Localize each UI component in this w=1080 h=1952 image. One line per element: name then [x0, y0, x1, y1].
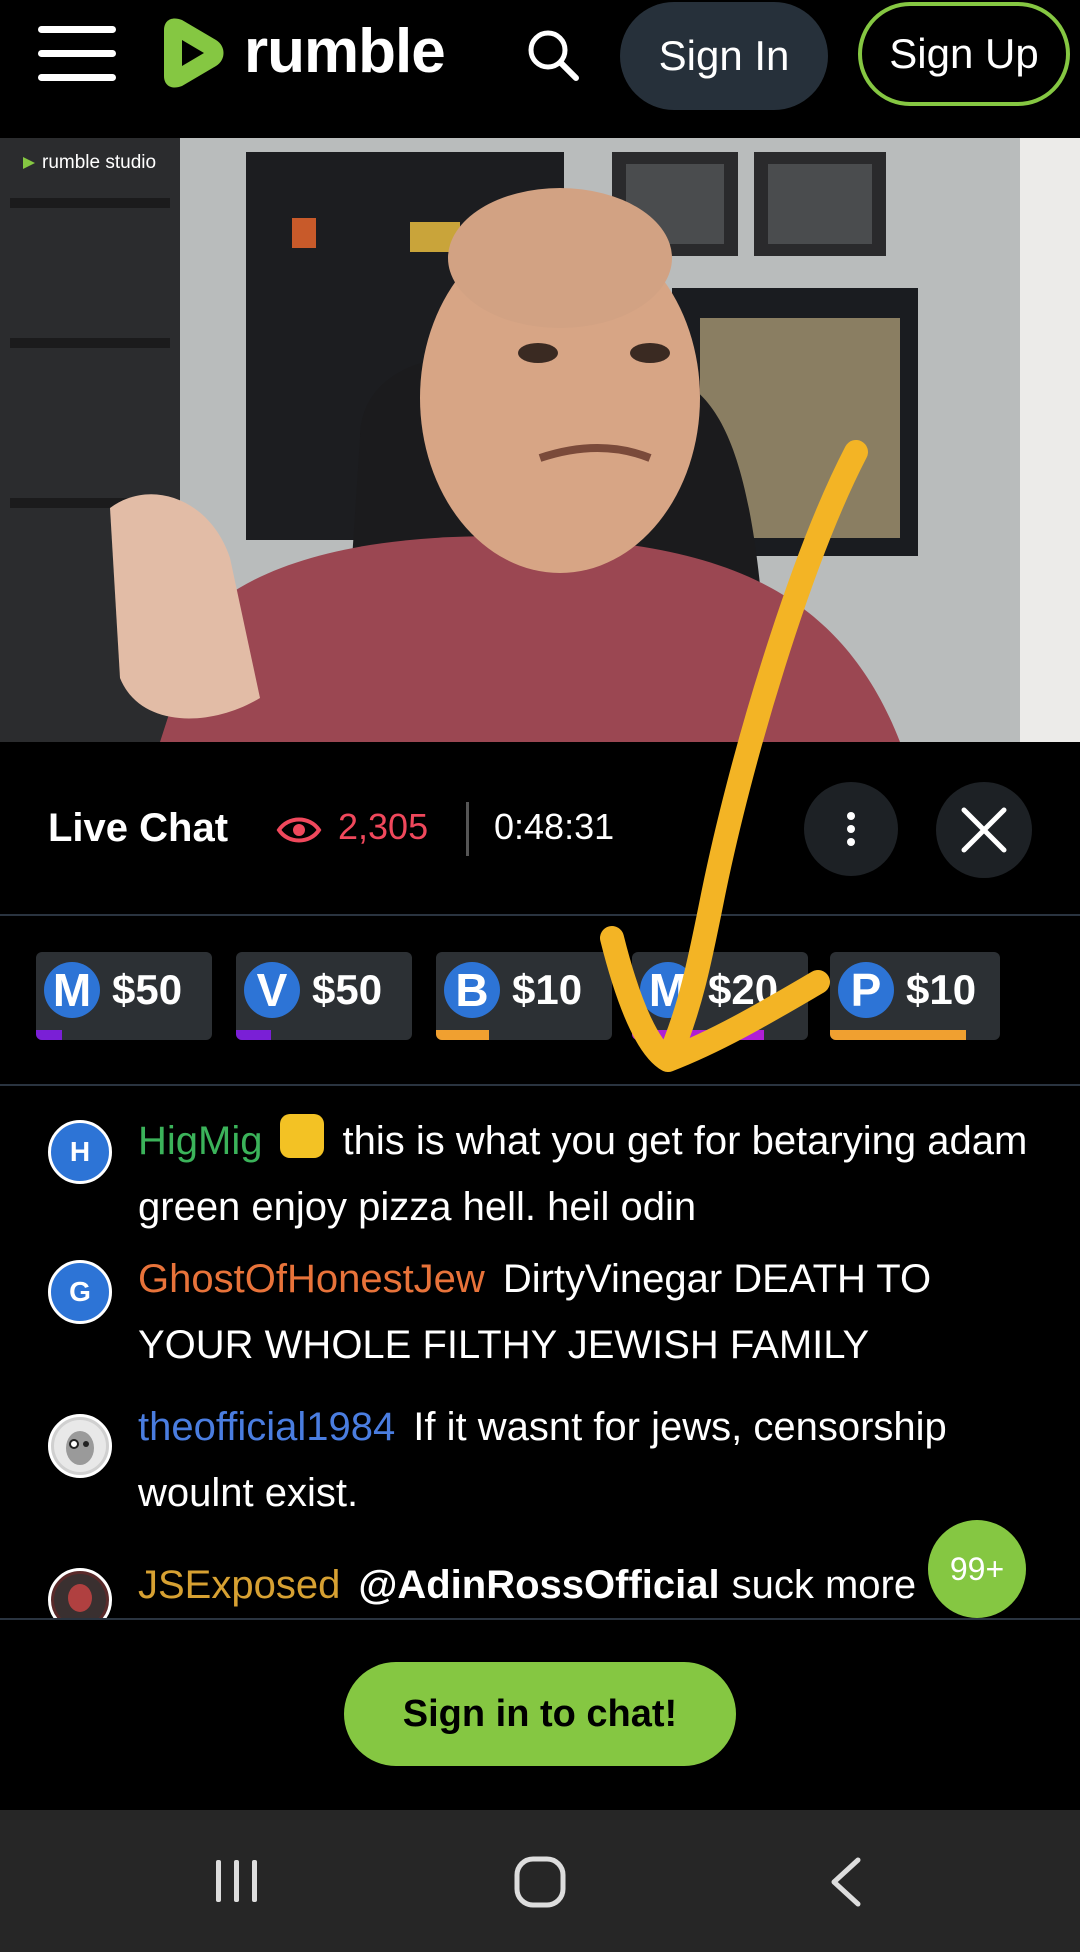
- badge-emote-icon: [280, 1114, 325, 1158]
- rant-amount: $20: [708, 966, 779, 1013]
- chat-message-text: this is what you get for betarying adam …: [138, 1119, 1028, 1229]
- chat-username[interactable]: HigMig: [138, 1119, 262, 1163]
- rant-amount: $10: [512, 966, 583, 1013]
- rant-item[interactable]: M $50: [36, 952, 212, 1040]
- rant-progress-bar: [436, 1030, 489, 1040]
- chat-message-body: theofficial1984 If it wasnt for jews, cen…: [138, 1394, 1038, 1526]
- avatar-face-icon: [54, 1420, 106, 1472]
- rumble-studio-label: rumble studio: [42, 152, 157, 173]
- user-avatar[interactable]: G: [48, 1260, 112, 1324]
- search-icon[interactable]: [524, 26, 584, 86]
- user-avatar-image[interactable]: [48, 1568, 112, 1618]
- more-options-button[interactable]: [804, 782, 898, 876]
- vertical-dots-icon: [847, 812, 855, 846]
- chat-username[interactable]: theofficial1984: [138, 1405, 395, 1449]
- close-chat-button[interactable]: [936, 782, 1032, 878]
- rumble-logo-icon[interactable]: [154, 16, 228, 90]
- home-icon[interactable]: [512, 1854, 568, 1910]
- rumble-studio-badge: rumble studio: [20, 152, 156, 174]
- video-player[interactable]: [0, 138, 1080, 742]
- rants-bar: M $50 V $50 B $10 M $20 P $10: [0, 916, 1080, 1086]
- recent-apps-icon[interactable]: [212, 1856, 262, 1906]
- rant-item[interactable]: P $10: [830, 952, 1000, 1040]
- rant-item[interactable]: B $10: [436, 952, 612, 1040]
- rant-amount: $10: [906, 966, 977, 1013]
- close-icon: [961, 807, 1007, 853]
- rant-avatar: B: [444, 962, 500, 1018]
- sign-in-button[interactable]: Sign In: [620, 2, 828, 110]
- rant-amount: $50: [112, 966, 183, 1013]
- live-chat-title: Live Chat: [48, 806, 229, 850]
- rant-item[interactable]: M $20: [632, 952, 808, 1040]
- rumble-studio-logo-icon: [23, 157, 35, 169]
- rant-avatar: P: [838, 962, 894, 1018]
- rant-item[interactable]: V $50: [236, 952, 412, 1040]
- chat-message-list[interactable]: H HigMig this is what you get for betaryi…: [0, 1086, 1080, 1618]
- stream-elapsed-time: 0:48:31: [494, 806, 615, 847]
- back-icon[interactable]: [826, 1856, 866, 1908]
- user-avatar-image[interactable]: [48, 1414, 112, 1478]
- chat-message-text: suck more: [731, 1563, 917, 1607]
- eye-icon: [276, 812, 322, 848]
- rant-progress-bar: [36, 1030, 63, 1040]
- rant-amount: $50: [312, 966, 383, 1013]
- rant-avatar: M: [44, 962, 100, 1018]
- chat-message-body: HigMig this is what you get for betarying…: [138, 1108, 1038, 1240]
- avatar-photo-icon: [54, 1574, 106, 1618]
- chat-username[interactable]: JSExposed: [138, 1563, 340, 1607]
- menu-icon[interactable]: [38, 26, 116, 82]
- rant-progress-bar: [830, 1030, 966, 1040]
- rant-progress-bar: [236, 1030, 272, 1040]
- chat-username[interactable]: GhostOfHonestJew: [138, 1257, 485, 1301]
- chat-mention[interactable]: @AdinRossOfficial: [358, 1563, 719, 1607]
- new-messages-badge[interactable]: 99+: [928, 1520, 1026, 1618]
- rant-progress-bar: [632, 1030, 764, 1040]
- viewer-count: 2,305: [338, 806, 429, 847]
- user-avatar[interactable]: H: [48, 1120, 112, 1184]
- rant-avatar: M: [640, 962, 696, 1018]
- rant-avatar: V: [244, 962, 300, 1018]
- sign-in-to-chat-button[interactable]: Sign in to chat!: [344, 1662, 736, 1766]
- chat-message-body: GhostOfHonestJew DirtyVinegar DEATH TO YO…: [138, 1246, 1038, 1378]
- video-frame: [0, 138, 1080, 742]
- header-divider: [466, 802, 469, 856]
- sign-up-button[interactable]: Sign Up: [858, 2, 1070, 106]
- chat-message-body: JSExposed @AdinRossOfficial suck more: [138, 1552, 1038, 1618]
- brand-wordmark[interactable]: rumble: [244, 12, 446, 92]
